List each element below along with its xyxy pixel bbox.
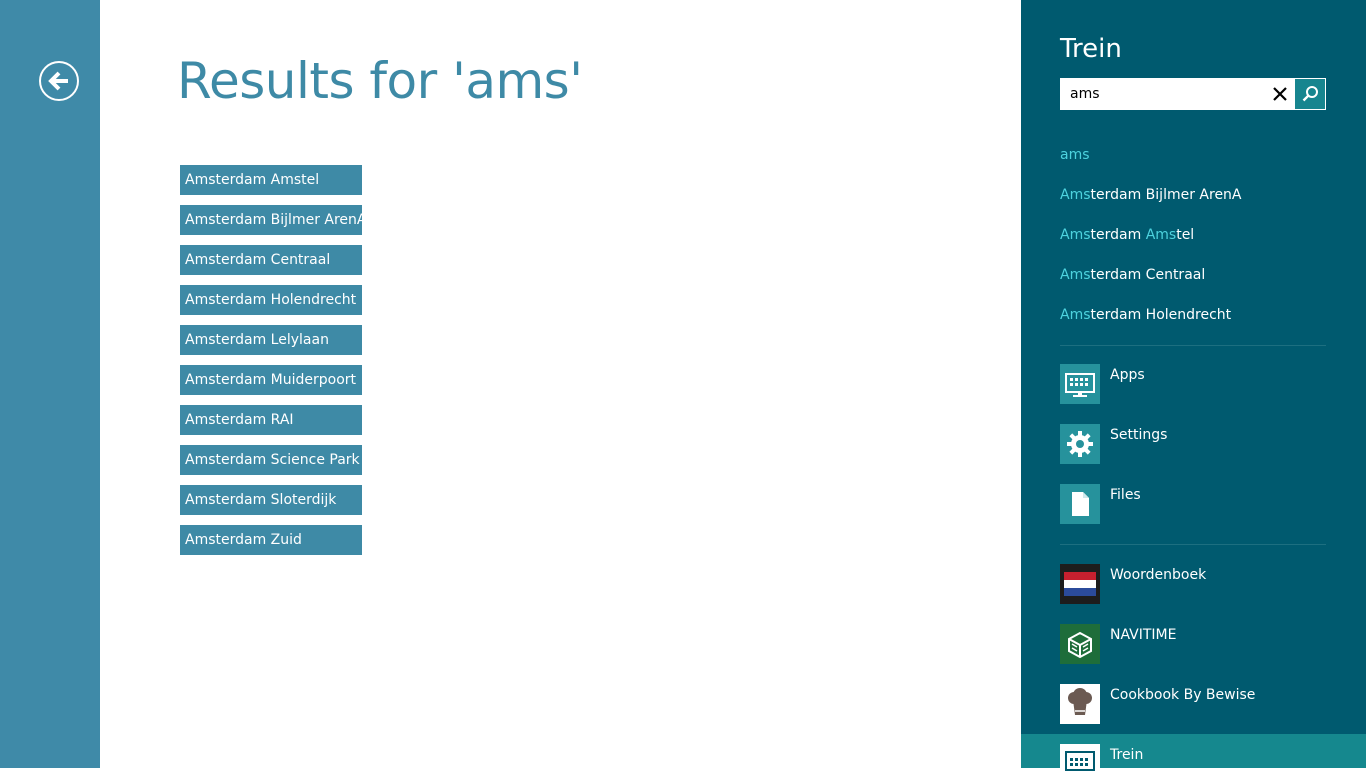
suggestion-text: terdam Bijlmer ArenA <box>1090 187 1242 203</box>
suggestion-match: Ams <box>1145 227 1177 243</box>
result-item[interactable]: Amsterdam Bijlmer ArenA <box>180 205 362 235</box>
result-item[interactable]: Amsterdam Sloterdijk <box>180 485 362 515</box>
scope-settings[interactable]: Settings <box>1060 424 1350 464</box>
result-item[interactable]: Amsterdam Muiderpoort <box>180 365 362 395</box>
navitime-tile <box>1060 624 1100 664</box>
suggestion-item[interactable]: Amsterdam Centraal <box>1060 264 1326 304</box>
app-cookbook[interactable]: Cookbook By Bewise <box>1060 684 1350 724</box>
app-navitime[interactable]: NAVITIME <box>1060 624 1350 664</box>
close-icon <box>1273 87 1287 101</box>
suggestion-item[interactable]: Amsterdam Amstel <box>1060 224 1326 264</box>
app-label: Cookbook By Bewise <box>1110 687 1256 703</box>
settings-tile <box>1060 424 1100 464</box>
scope-files[interactable]: Files <box>1060 484 1350 524</box>
woordenboek-tile <box>1060 564 1100 604</box>
result-item[interactable]: Amsterdam Lelylaan <box>180 325 362 355</box>
result-item[interactable]: Amsterdam Holendrecht <box>180 285 362 315</box>
left-strip <box>0 0 100 768</box>
gear-icon <box>1067 431 1093 457</box>
files-tile <box>1060 484 1100 524</box>
clear-search-button[interactable] <box>1271 85 1289 103</box>
scope-label: Settings <box>1110 427 1168 443</box>
suggestion-match: Ams <box>1060 227 1091 243</box>
app-woordenboek[interactable]: Woordenboek <box>1060 564 1350 604</box>
scope-label: Files <box>1110 487 1141 503</box>
result-item[interactable]: Amsterdam Science Park <box>180 445 362 475</box>
suggestion-text: terdam Centraal <box>1090 267 1206 283</box>
train-icon <box>1065 751 1095 771</box>
suggestion-match: Ams <box>1060 267 1091 283</box>
divider <box>1060 345 1326 346</box>
search-box <box>1060 78 1326 110</box>
divider <box>1060 544 1326 545</box>
trein-tile <box>1060 744 1100 784</box>
cookbook-tile <box>1060 684 1100 724</box>
suggestion-text: tel <box>1176 227 1195 243</box>
suggestion-match: ams <box>1060 147 1090 163</box>
result-item[interactable]: Amsterdam RAI <box>180 405 362 435</box>
search-button[interactable] <box>1295 79 1325 109</box>
app-label: NAVITIME <box>1110 627 1177 643</box>
search-pane: Trein ams Amsterdam Bijlmer ArenA Amster… <box>1021 0 1366 784</box>
suggestion-item[interactable]: ams <box>1060 144 1326 184</box>
apps-tile <box>1060 364 1100 404</box>
suggestion-list: ams Amsterdam Bijlmer ArenA Amsterdam Am… <box>1060 144 1326 344</box>
navitime-icon <box>1068 631 1092 659</box>
search-icon <box>1302 86 1318 102</box>
result-item[interactable]: Amsterdam Centraal <box>180 245 362 275</box>
suggestion-item[interactable]: Amsterdam Holendrecht <box>1060 304 1326 344</box>
page-title: Results for 'ams' <box>177 52 583 110</box>
suggestion-item[interactable]: Amsterdam Bijlmer ArenA <box>1060 184 1326 224</box>
chef-hat-icon <box>1068 688 1092 715</box>
app-trein[interactable]: Trein <box>1060 744 1350 784</box>
suggestion-match: Ams <box>1060 307 1091 323</box>
app-label: Trein <box>1110 747 1144 763</box>
suggestion-text: terdam <box>1090 227 1146 243</box>
search-input[interactable] <box>1061 79 1270 109</box>
apps-icon <box>1065 373 1095 397</box>
back-button[interactable] <box>39 61 79 101</box>
scope-apps[interactable]: Apps <box>1060 364 1350 404</box>
file-icon <box>1072 492 1089 516</box>
results-list: Amsterdam Amstel Amsterdam Bijlmer ArenA… <box>180 165 362 565</box>
back-arrow-icon <box>48 71 68 91</box>
dutch-flag-icon <box>1064 572 1096 596</box>
app-label: Woordenboek <box>1110 567 1207 583</box>
result-item[interactable]: Amsterdam Zuid <box>180 525 362 555</box>
suggestion-match: Ams <box>1060 187 1091 203</box>
result-item[interactable]: Amsterdam Amstel <box>180 165 362 195</box>
suggestion-text: terdam Holendrecht <box>1090 307 1232 323</box>
search-pane-title: Trein <box>1060 34 1122 64</box>
scope-label: Apps <box>1110 367 1145 383</box>
